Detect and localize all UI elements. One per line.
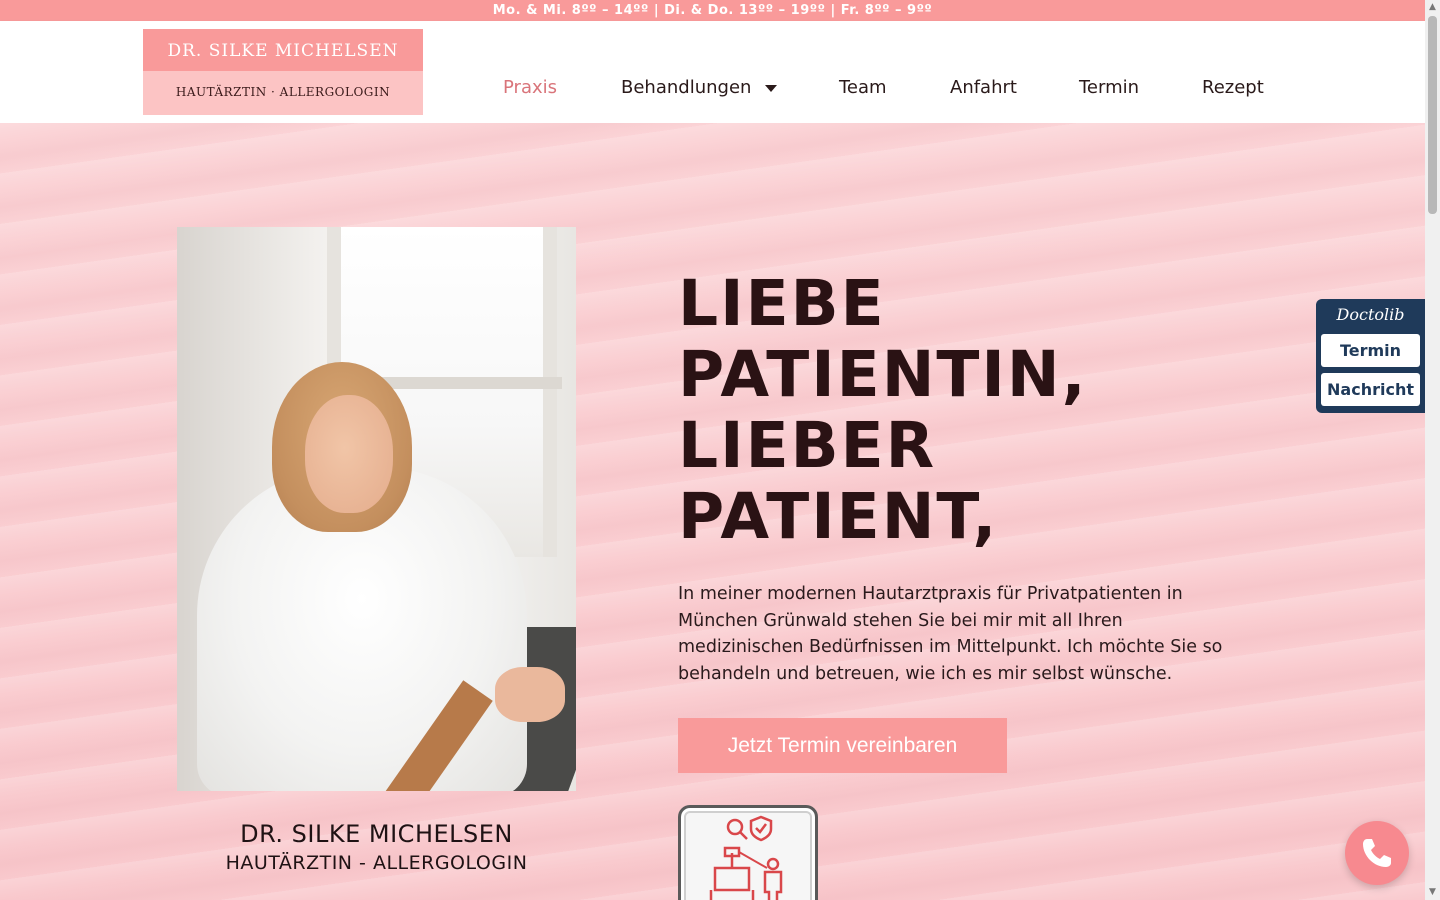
doctolib-nachricht-button[interactable]: Nachricht xyxy=(1321,373,1420,406)
portrait-caption-name: DR. SILKE MICHELSEN xyxy=(240,820,513,848)
page-scrollbar[interactable]: ▲ ▼ xyxy=(1425,0,1440,900)
photo-person-face xyxy=(305,395,393,513)
nav-item-behandlungen[interactable]: Behandlungen xyxy=(621,77,778,98)
hero-intro-text: In meiner modernen Hautarztpraxis für Pr… xyxy=(678,584,1223,684)
phone-call-button[interactable] xyxy=(1345,821,1409,885)
doctolib-logo: Doctolib xyxy=(1336,305,1405,324)
portrait-caption-title: HAUTÄRZTIN - ALLERGOLOGIN xyxy=(225,852,528,874)
doctolib-termin-button[interactable]: Termin xyxy=(1321,334,1420,367)
doctor-portrait-photo xyxy=(177,227,576,791)
hero-headline: LIEBE PATIENTIN, LIEBER PATIENT, xyxy=(678,268,1238,552)
nav-item-behandlungen-label: Behandlungen xyxy=(621,77,752,98)
book-appointment-button[interactable]: Jetzt Termin vereinbaren xyxy=(678,718,1007,773)
doctolib-widget: Doctolib Termin Nachricht xyxy=(1316,299,1425,413)
scroll-up-arrow-icon[interactable]: ▲ xyxy=(1425,0,1440,15)
nav-item-rezept[interactable]: Rezept xyxy=(1202,77,1264,98)
nav-item-termin[interactable]: Termin xyxy=(1079,77,1139,98)
headline-line-3: LIEBER xyxy=(678,409,937,482)
headline-line-4: PATIENT, xyxy=(678,480,999,553)
logo-name: DR. SILKE MICHELSEN xyxy=(143,29,423,71)
medical-device-icon xyxy=(678,805,818,900)
medical-device-svg xyxy=(709,815,783,900)
opening-hours-text: Mo. & Mi. 8ºº – 14ºº | Di. & Do. 13ºº – … xyxy=(492,3,933,18)
hero-section: DR. SILKE MICHELSEN HAUTÄRZTIN - ALLERGO… xyxy=(0,123,1425,900)
nav-item-praxis[interactable]: Praxis xyxy=(503,77,557,98)
headline-line-2: PATIENTIN, xyxy=(678,338,1088,411)
headline-line-1: LIEBE xyxy=(678,267,886,340)
scroll-down-arrow-icon[interactable]: ▼ xyxy=(1425,885,1440,900)
scrollbar-thumb[interactable] xyxy=(1428,16,1437,214)
nav-item-team[interactable]: Team xyxy=(839,77,887,98)
site-header: DR. SILKE MICHELSEN HAUTÄRZTIN · ALLERGO… xyxy=(0,21,1425,123)
site-logo[interactable]: DR. SILKE MICHELSEN HAUTÄRZTIN · ALLERGO… xyxy=(143,29,423,115)
logo-subtitle: HAUTÄRZTIN · ALLERGOLOGIN xyxy=(143,71,423,115)
opening-hours-bar: Mo. & Mi. 8ºº – 14ºº | Di. & Do. 13ºº – … xyxy=(0,0,1425,21)
photo-person-hand xyxy=(495,667,565,722)
phone-icon xyxy=(1363,839,1391,867)
chevron-down-icon xyxy=(765,84,778,92)
nav-item-anfahrt[interactable]: Anfahrt xyxy=(950,77,1017,98)
